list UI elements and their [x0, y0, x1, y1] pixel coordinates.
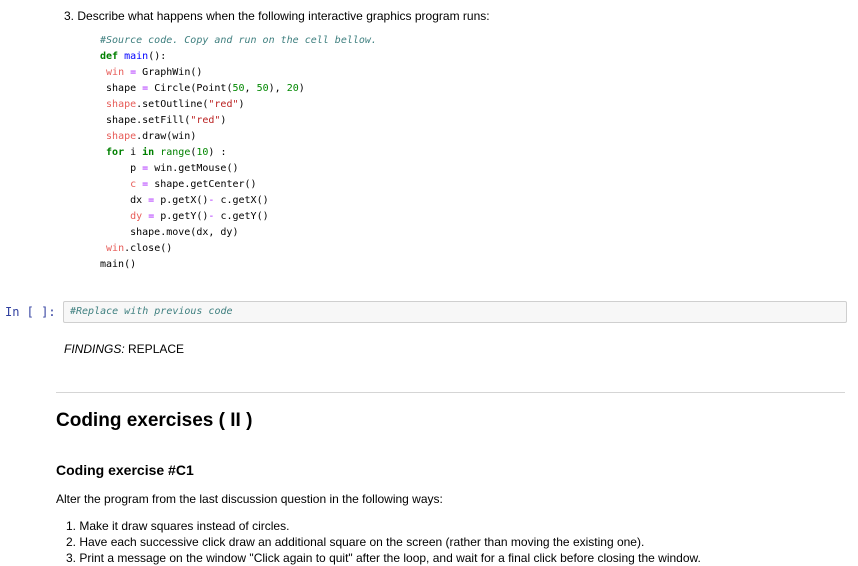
code-token: 20 — [286, 83, 299, 94]
code-token: .setOutline( — [136, 99, 209, 110]
code-token: ) — [220, 115, 227, 126]
code-token: def — [100, 51, 119, 62]
source-code-block: #Source code. Copy and run on the cell b… — [100, 33, 377, 273]
findings-value: REPLACE — [128, 342, 185, 356]
code-token: .draw(win) — [136, 131, 197, 142]
exercise-list-item: 3. Print a message on the window "Click … — [66, 551, 701, 565]
code-token: GraphWin() — [136, 67, 203, 78]
code-token: , — [244, 83, 257, 94]
code-token: main() — [100, 259, 137, 270]
code-line: win = GraphWin() — [100, 65, 377, 81]
code-token: shape.setFill( — [100, 115, 191, 126]
horizontal-rule — [56, 392, 845, 393]
code-line: #Source code. Copy and run on the cell b… — [100, 33, 377, 49]
cell-code-text: #Replace with previous code — [70, 306, 233, 317]
code-token: win — [106, 243, 125, 254]
code-line: dx = p.getX()- c.getX() — [100, 193, 377, 209]
code-token: 10 — [196, 147, 209, 158]
code-line: dy = p.getY()- c.getY() — [100, 209, 377, 225]
question-text: Describe what happens when the following… — [77, 9, 490, 23]
input-prompt: In [ ]: — [5, 305, 56, 319]
code-line: for i in range(10) : — [100, 145, 377, 161]
code-token: win.getMouse() — [148, 163, 239, 174]
code-token: 50 — [256, 83, 269, 94]
notebook-page: 3. Describe what happens when the follow… — [0, 0, 858, 566]
code-line: shape.setFill("red") — [100, 113, 377, 129]
exercise-intro: Alter the program from the last discussi… — [56, 492, 443, 506]
code-token: (): — [148, 51, 167, 62]
code-line: shape.move(dx, dy) — [100, 225, 377, 241]
code-token: #Source code. Copy and run on the cell b… — [100, 35, 377, 46]
exercise-list-item: 1. Make it draw squares instead of circl… — [66, 519, 290, 533]
code-line: main() — [100, 257, 377, 273]
code-token: shape.move(dx, dy) — [100, 227, 239, 238]
code-line: win.close() — [100, 241, 377, 257]
code-token: ) : — [208, 147, 227, 158]
code-token: p — [100, 163, 143, 174]
code-line: def main(): — [100, 49, 377, 65]
code-token: shape — [106, 99, 137, 110]
code-token: dy — [130, 211, 143, 222]
code-token: main — [124, 51, 149, 62]
code-token: ) — [298, 83, 305, 94]
code-line: shape.draw(win) — [100, 129, 377, 145]
code-line: shape.setOutline("red") — [100, 97, 377, 113]
code-token: "red" — [208, 99, 239, 110]
code-token: i — [124, 147, 143, 158]
code-token: dx — [100, 195, 149, 206]
code-token: ), — [268, 83, 287, 94]
code-line: shape = Circle(Point(50, 50), 20) — [100, 81, 377, 97]
code-token: range — [160, 147, 191, 158]
section-title: Coding exercises ( II ) — [56, 410, 253, 431]
code-token: shape.getCenter() — [148, 179, 257, 190]
code-token: win — [106, 67, 125, 78]
code-token: for — [106, 147, 125, 158]
code-token: ) — [238, 99, 245, 110]
question-marker: 3. — [64, 9, 75, 23]
code-line: c = shape.getCenter() — [100, 177, 377, 193]
code-token: p.getY() — [154, 211, 209, 222]
code-cell-input[interactable]: #Replace with previous code — [63, 301, 847, 323]
code-token: shape — [106, 131, 137, 142]
code-token: "red" — [190, 115, 221, 126]
question-item: 3. Describe what happens when the follow… — [64, 9, 490, 23]
code-token: p.getX() — [154, 195, 209, 206]
exercise-list: 1. Make it draw squares instead of circl… — [66, 518, 701, 566]
findings-line: FINDINGS: REPLACE — [64, 342, 184, 356]
section-subtitle: Coding exercise #C1 — [56, 462, 194, 478]
findings-label: FINDINGS: — [64, 342, 125, 356]
code-token: 50 — [232, 83, 245, 94]
code-token: c.getX() — [214, 195, 269, 206]
code-token: shape — [100, 83, 143, 94]
code-token: c.getY() — [214, 211, 269, 222]
code-token: in — [142, 147, 155, 158]
code-token: .close() — [124, 243, 173, 254]
exercise-list-item: 2. Have each successive click draw an ad… — [66, 535, 645, 549]
code-token: Circle(Point( — [148, 83, 233, 94]
code-line: p = win.getMouse() — [100, 161, 377, 177]
